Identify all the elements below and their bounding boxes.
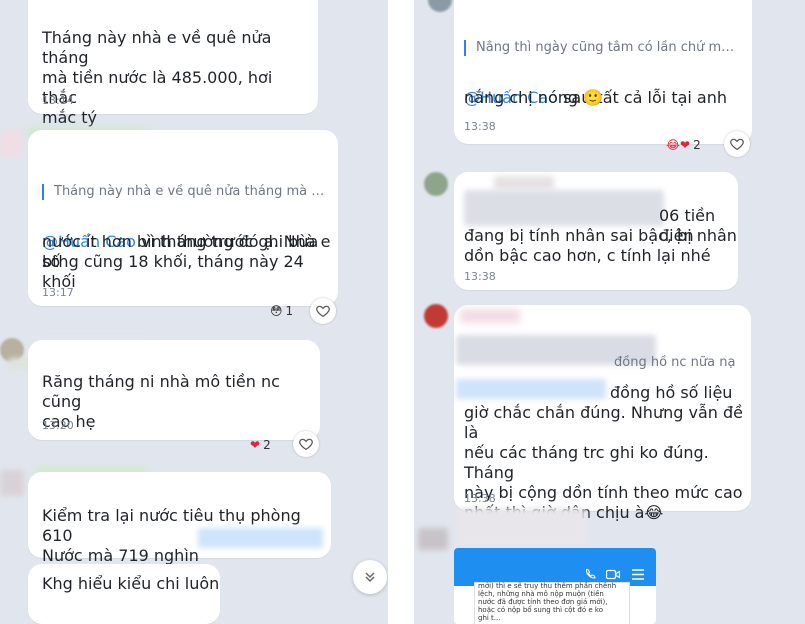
astonished-emoji-icon: 😳 [270, 304, 283, 318]
heart-emoji-icon: ❤ [250, 438, 261, 452]
message-bubble[interactable]: Tháng này nhà e về quê nửa tháng mà tiền… [28, 130, 338, 306]
message-bubble[interactable]: 06 tiền điện đang bị tính nhân sai bậc, … [454, 172, 738, 290]
redacted-text [198, 528, 323, 548]
video-call-icon [606, 569, 620, 580]
sender-name [458, 508, 586, 546]
message-text: đồng hồ số liệu [610, 383, 733, 402]
message-time: 13:20 [42, 419, 74, 432]
sender-avatar [418, 528, 448, 550]
message-time: 13:17 [42, 286, 74, 299]
heart-outline-icon [730, 138, 744, 151]
reply-quote: Nắng thì ngày cũng tắm có lần chứ mấn ch… [464, 40, 742, 56]
message-time: 13:38 [464, 120, 496, 133]
message-text-rest: nước ít hơn bình thường đó ạ. Nhà e bthg… [42, 232, 331, 291]
redacted-text [456, 379, 606, 399]
reaction-badge[interactable]: 😳 1 [270, 300, 293, 322]
menu-icon [632, 569, 644, 580]
message-bubble[interactable]: Khg hiểu kiểu chi luôn [28, 564, 220, 624]
reply-quote: đồng hồ nc nữa nạ [614, 355, 736, 370]
reaction-count: 1 [285, 304, 294, 318]
reaction-badge[interactable]: 😂❤ 2 [666, 134, 701, 156]
phone-call-icon [585, 568, 596, 579]
sender-avatar [424, 172, 448, 196]
message-text-rest: giờ chắc chắn đúng. Nhưng vẫn đề là nếu … [464, 403, 743, 522]
message-bubble[interactable]: đồng hồ nc nữa nạ đồng hồ số liệu giờ ch… [454, 305, 751, 522]
message-text-rest: nắng chị nóng 🙂 [464, 88, 604, 107]
image-attachment[interactable]: mới) thì e sẽ truy thu thêm phần chênh l… [454, 548, 656, 624]
message-text: Răng tháng ni nhà mô tiền nc cũng cao hẹ [42, 372, 280, 431]
double-chevron-down-icon [365, 572, 375, 583]
reaction-badge[interactable]: ❤ 2 [250, 434, 271, 456]
sender-name [494, 176, 554, 190]
message-text-rest: đang bị tính nhân sai bậc, bị nhân dồn b… [464, 226, 737, 265]
react-heart-button[interactable] [724, 131, 750, 157]
redacted-text [464, 190, 664, 226]
pane-divider [388, 0, 414, 624]
scroll-to-bottom-button[interactable] [353, 560, 387, 594]
message-text: Khg hiểu kiểu chi luôn [42, 574, 220, 593]
right-chat-pane[interactable]: Nắng thì ngày cũng tắm có lần chứ mấn ch… [414, 0, 805, 624]
heart-outline-icon [299, 438, 313, 451]
sender-avatar [428, 0, 452, 12]
sender-avatar [0, 470, 24, 496]
message-time: 13:38 [464, 270, 496, 283]
image-header-bar [454, 548, 656, 586]
heart-outline-icon [316, 305, 330, 318]
sender-name [460, 309, 520, 323]
message-time: 13:14 [42, 94, 74, 107]
sender-avatar [0, 130, 22, 156]
message-bubble[interactable]: Kiểm tra lại nước tiêu thụ phòng 610 Nướ… [28, 472, 331, 565]
sender-avatar [424, 304, 448, 328]
reaction-count: 2 [693, 138, 701, 152]
image-text: mới) thì e sẽ truy thu thêm phần chênh l… [478, 582, 617, 622]
left-chat-pane[interactable]: Tháng này nhà e về quê nửa tháng mà tiền… [0, 0, 388, 624]
laugh-heart-emoji-icon: 😂❤ [666, 138, 691, 152]
react-heart-button[interactable] [310, 298, 336, 324]
message-time: 13:38 [464, 492, 496, 505]
message-bubble[interactable]: Nắng thì ngày cũng tắm có lần chứ mấn ch… [454, 0, 752, 144]
react-heart-button[interactable] [293, 431, 319, 457]
reply-quote: Tháng này nhà e về quê nửa tháng mà tiền… [42, 184, 326, 200]
message-bubble[interactable]: Răng tháng ni nhà mô tiền nc cũng cao hẹ… [28, 340, 320, 440]
message-bubble[interactable]: Tháng này nhà e về quê nửa tháng mà tiền… [28, 0, 318, 127]
message-text: Tháng này nhà e về quê nửa tháng mà tiền… [42, 28, 273, 127]
reaction-count: 2 [263, 438, 271, 452]
